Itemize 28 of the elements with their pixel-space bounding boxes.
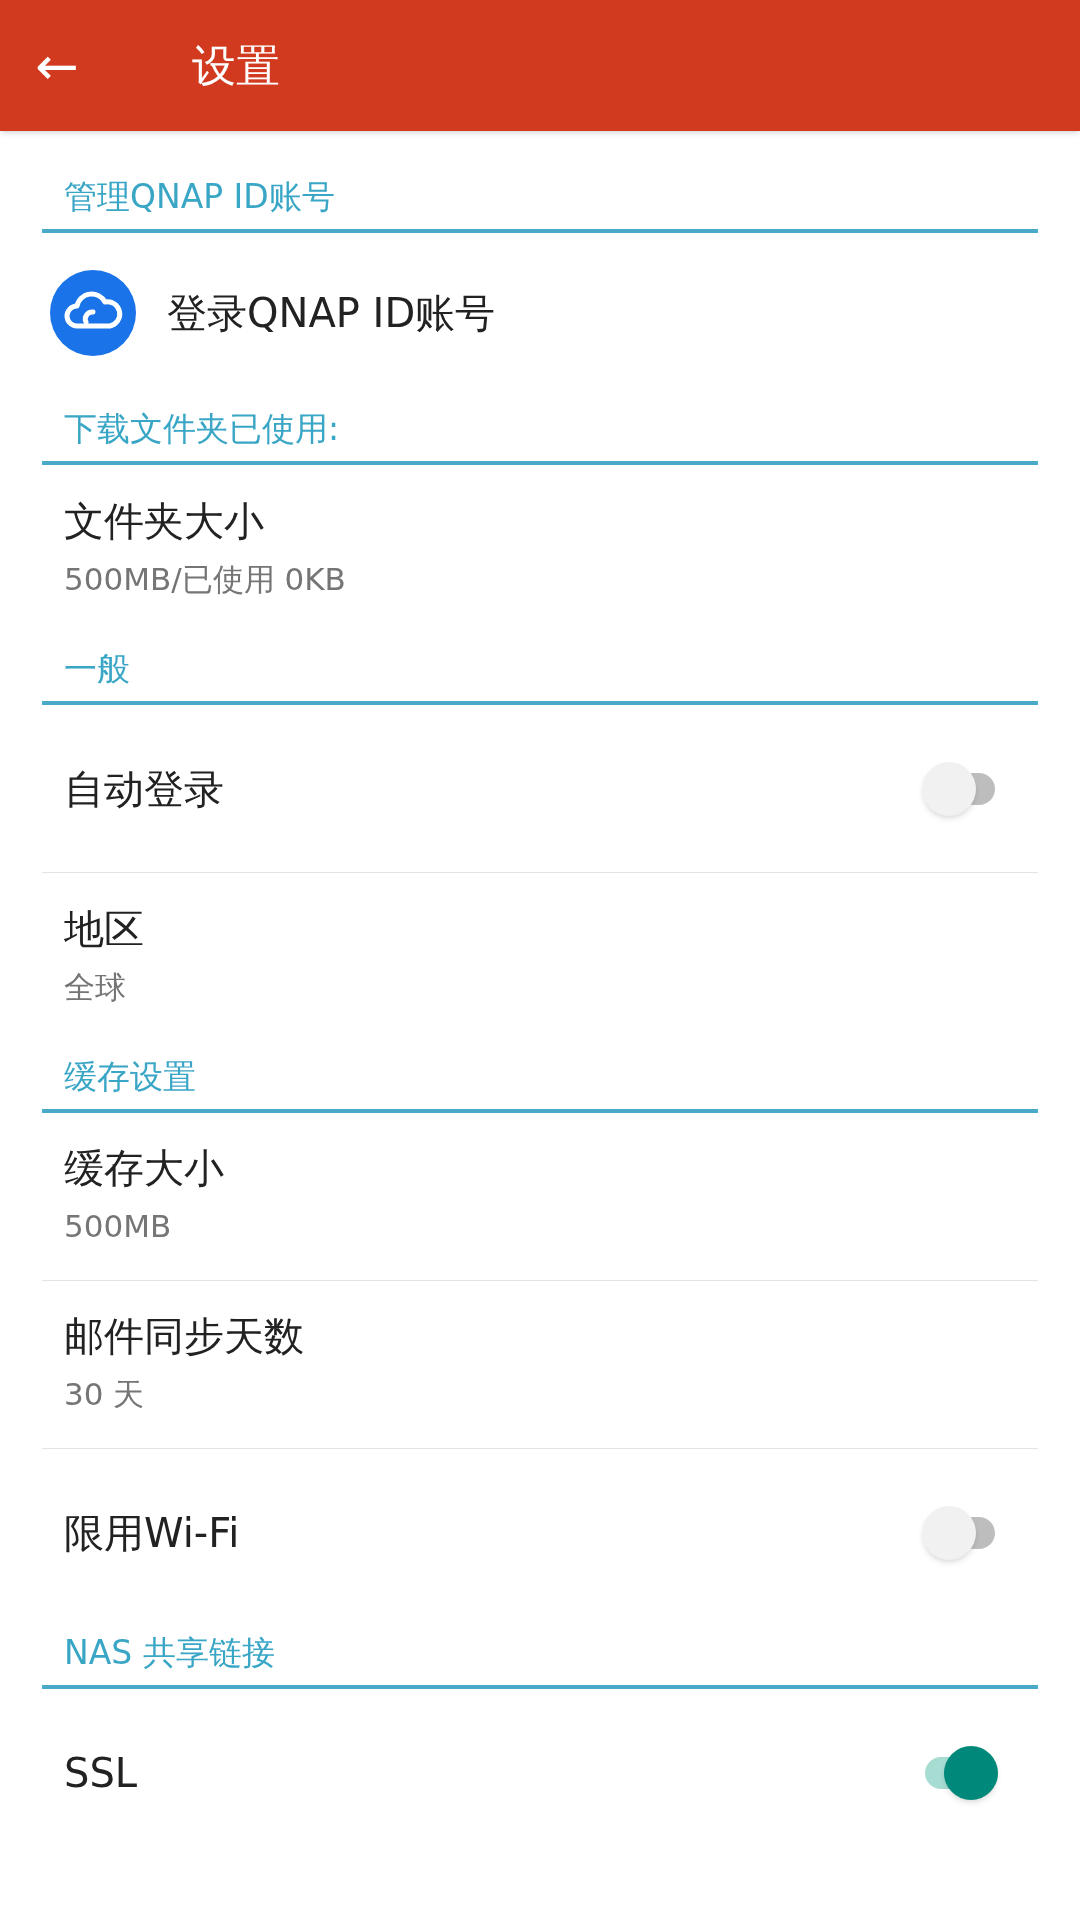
back-button[interactable]: ← bbox=[35, 39, 115, 92]
item-label: 地区 bbox=[64, 904, 145, 954]
item-label: 缓存大小 bbox=[64, 1144, 225, 1194]
item-label: SSL bbox=[64, 1749, 138, 1798]
section-header: NAS 共享链接 bbox=[64, 1631, 275, 1674]
item-label: 邮件同步天数 bbox=[64, 1312, 305, 1362]
screen-title: 设置 bbox=[192, 38, 280, 93]
section-header: 缓存设置 bbox=[64, 1055, 196, 1098]
setting-row[interactable]: 自动登录 bbox=[42, 705, 1038, 873]
setting-row[interactable]: 缓存大小 500MB bbox=[42, 1113, 1038, 1281]
cloud-icon bbox=[50, 270, 136, 356]
item-label: 自动登录 bbox=[64, 764, 224, 814]
item-label: 登录QNAP ID账号 bbox=[167, 289, 496, 338]
item-value: 30 天 bbox=[64, 1375, 146, 1415]
setting-row[interactable]: 地区 全球 bbox=[42, 873, 1038, 1041]
item-value: 500MB bbox=[64, 1207, 173, 1247]
item-label: 限用Wi-Fi bbox=[64, 1509, 240, 1558]
section-header: 一般 bbox=[64, 647, 130, 690]
section-header: 下载文件夹已使用: bbox=[64, 407, 340, 450]
setting-row[interactable]: 限用Wi-Fi bbox=[42, 1449, 1038, 1617]
setting-row[interactable]: 邮件同步天数 30 天 bbox=[42, 1281, 1038, 1449]
item-label: 文件夹大小 bbox=[64, 496, 265, 546]
setting-row[interactable]: 文件夹大小 500MB/已使用 0KB bbox=[42, 465, 1038, 633]
item-value: 全球 bbox=[64, 967, 127, 1007]
account-row[interactable]: 登录QNAP ID账号 bbox=[42, 233, 1038, 393]
item-value: 500MB/已使用 0KB bbox=[64, 559, 347, 599]
section-header: 管理QNAP ID账号 bbox=[64, 175, 335, 218]
setting-row[interactable]: SSL bbox=[42, 1689, 1038, 1857]
